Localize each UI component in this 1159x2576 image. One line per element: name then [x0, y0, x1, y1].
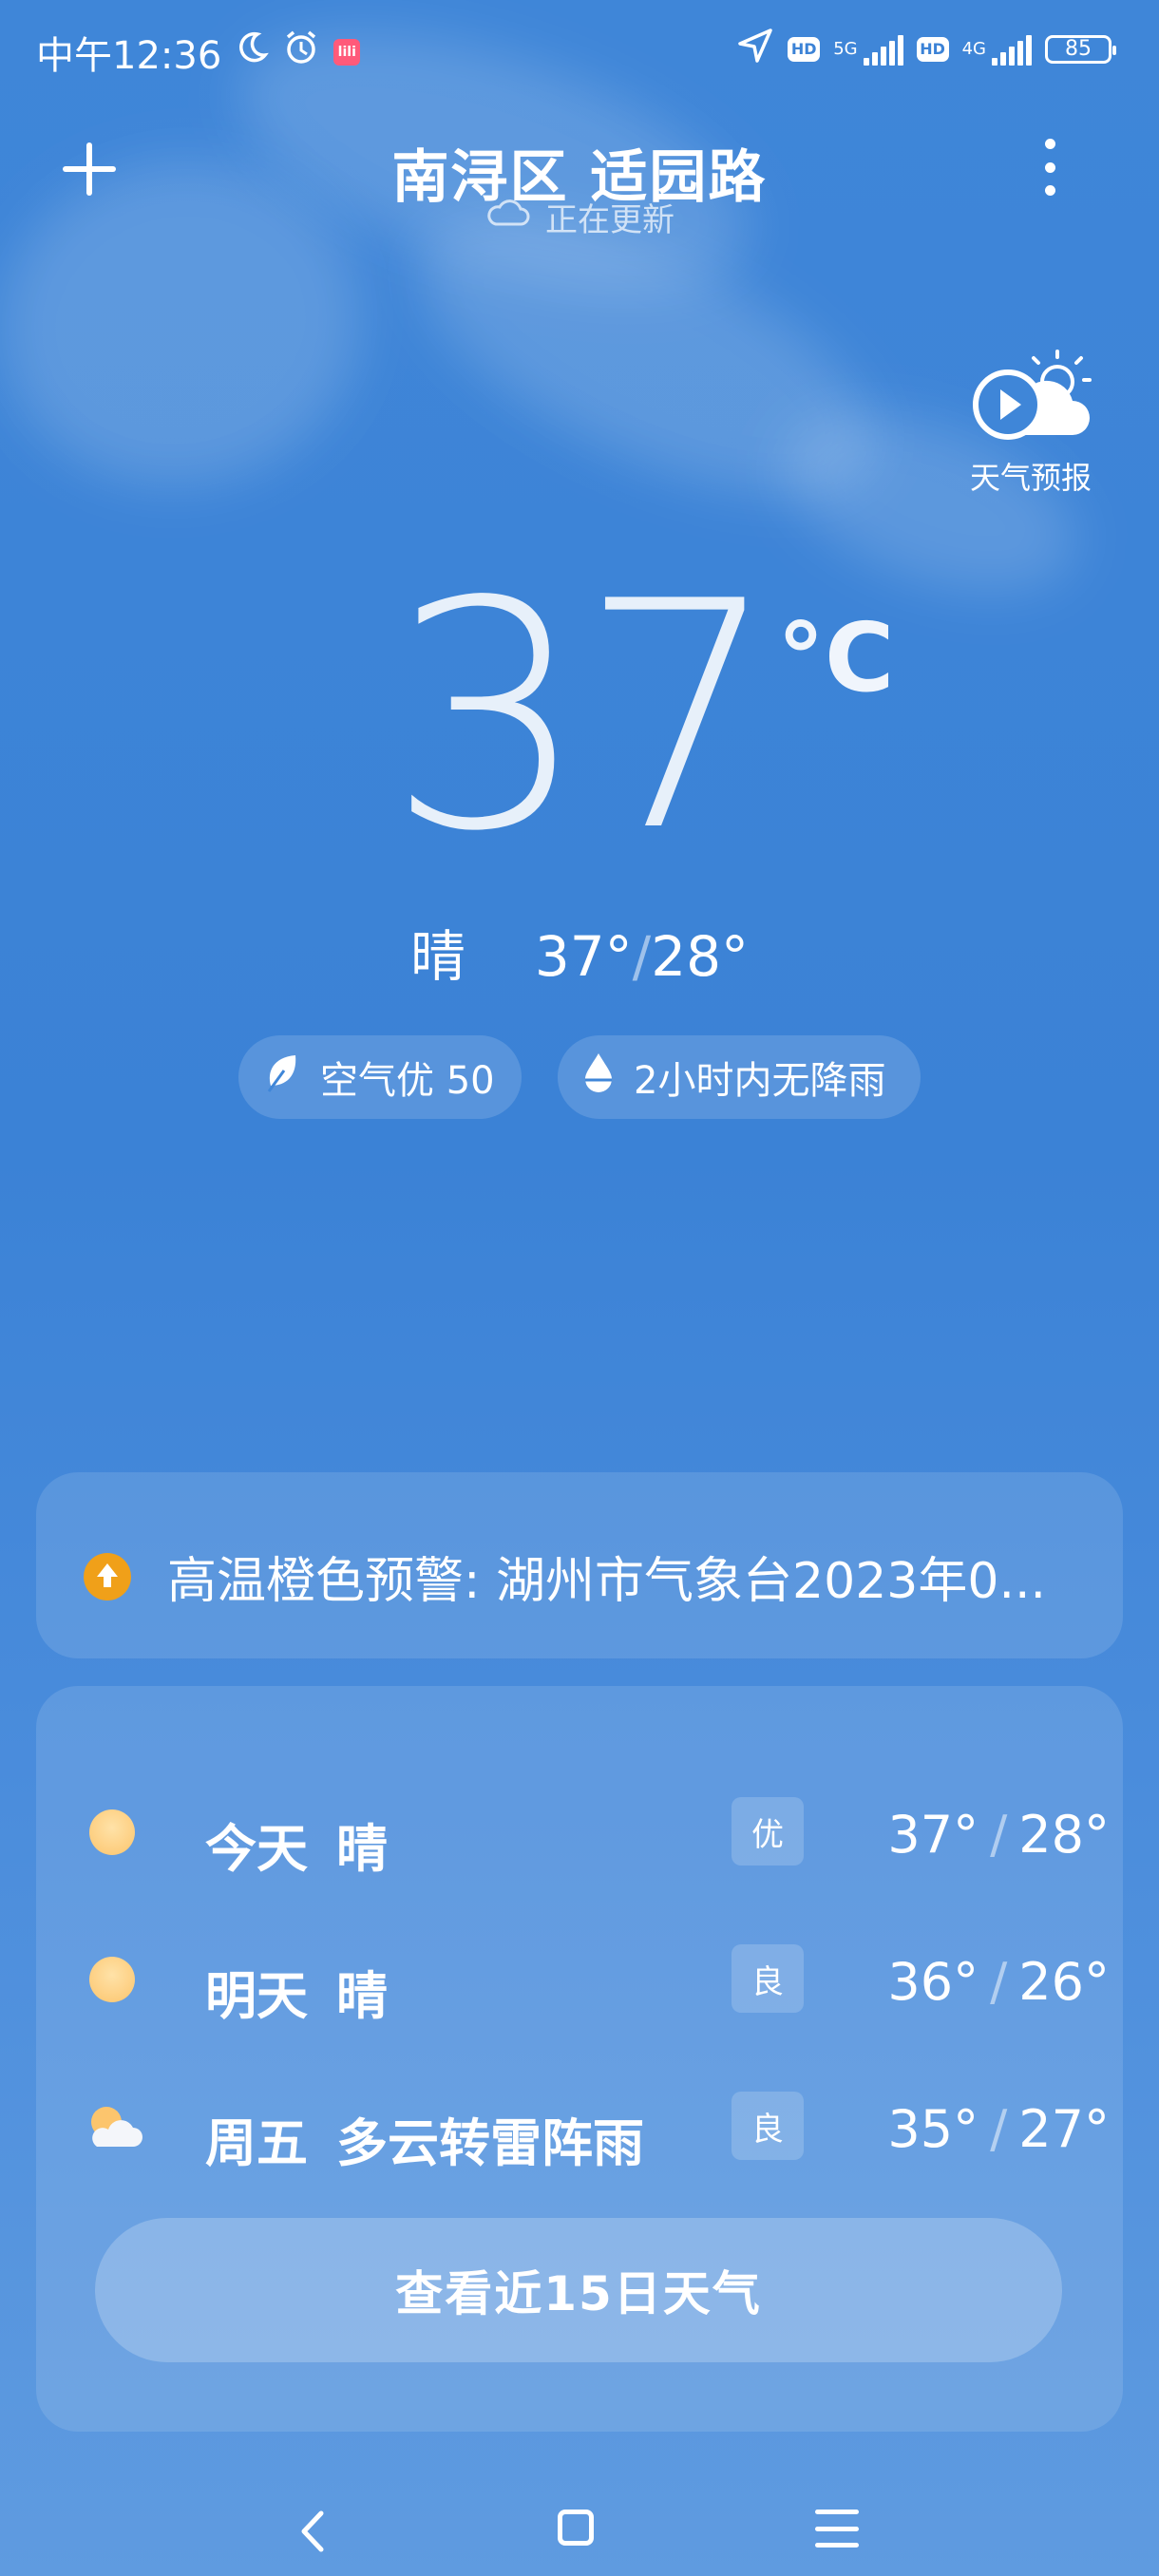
sun-icon: [84, 1956, 141, 2003]
alarm-icon: [282, 28, 320, 76]
hd-badge-2: HD: [916, 36, 949, 62]
cloud-icon: [484, 198, 530, 237]
update-status: 正在更新: [0, 194, 1159, 240]
weather-forecast-button[interactable]: 天气预报: [960, 350, 1102, 498]
alert-text: 高温橙色预警: 湖州市气象台2023年0...: [167, 1553, 1047, 1610]
home-icon[interactable]: [558, 2510, 594, 2546]
sun-icon: [84, 1809, 141, 1856]
current-temperature: 37 °C: [0, 560, 1159, 874]
air-quality-pill[interactable]: 空气优 50: [238, 1035, 522, 1119]
weather-forecast-label: 天气预报: [969, 460, 1092, 496]
signal-icon: [863, 33, 903, 66]
air-quality-text: 空气优 50: [320, 1059, 495, 1103]
forecast-row-friday[interactable]: 周五 多云转雷阵雨 良 35°/27°: [84, 2090, 1110, 2173]
weather-alert-card[interactable]: 高温橙色预警: 湖州市气象台2023年0...: [36, 1472, 1123, 1658]
aqi-badge: 良: [732, 1944, 804, 2013]
location-arrow-icon: [736, 27, 774, 71]
forecast-day-label: 周五 多云转雷阵雨: [205, 2113, 644, 2173]
battery-level: 85: [1065, 37, 1092, 61]
forecast-day-label: 今天晴: [205, 1819, 388, 1879]
weather-video-icon: [964, 350, 1097, 448]
network-type-4g: 4G: [961, 38, 986, 59]
temperature-unit: °C: [777, 602, 895, 713]
hd-badge: HD: [788, 36, 821, 62]
update-status-text: 正在更新: [545, 201, 674, 239]
high-temp: 37°: [534, 924, 633, 989]
current-condition-row: 晴 37°/28°: [0, 912, 1159, 992]
more-vertical-icon[interactable]: [1037, 139, 1062, 196]
rain-text: 2小时内无降雨: [634, 1059, 886, 1103]
temp-slash: /: [632, 924, 652, 989]
recents-icon[interactable]: [815, 2510, 859, 2548]
forecast-row-today[interactable]: 今天晴 优 37°/28°: [84, 1795, 1110, 1879]
water-drop-icon: [582, 1051, 615, 1103]
system-nav-bar: [0, 2470, 1159, 2576]
forecast-day-label: 明天晴: [205, 1966, 388, 2026]
temperature-value: 37: [388, 535, 779, 900]
leaf-icon: [263, 1051, 301, 1103]
aqi-badge: 优: [732, 1797, 804, 1866]
forecast-temps: 36°/26°: [887, 1952, 1110, 2012]
low-temp: 28°: [651, 924, 750, 989]
battery-icon: 85: [1045, 34, 1116, 64]
network-type-5g: 5G: [833, 38, 858, 59]
rain-pill[interactable]: 2小时内无降雨: [558, 1035, 921, 1119]
warning-arrow-icon: [84, 1552, 131, 1601]
condition-text: 晴: [409, 924, 466, 989]
forecast-temps: 35°/27°: [887, 2099, 1110, 2159]
aqi-badge: 良: [732, 2092, 804, 2160]
view-15-day-button[interactable]: 查看近15日天气: [95, 2218, 1062, 2362]
back-icon[interactable]: [294, 2508, 332, 2555]
app-badge-icon: lili: [333, 39, 361, 66]
signal-icon-2: [992, 33, 1032, 66]
partly-cloudy-icon: [84, 2103, 142, 2150]
status-bar: 中午12:36 lili HD 5G HD 4G 85: [0, 0, 1159, 95]
status-time: 中午12:36: [36, 34, 222, 78]
forecast-row-tomorrow[interactable]: 明天晴 良 36°/26°: [84, 1942, 1110, 2026]
forecast-temps: 37°/28°: [887, 1805, 1110, 1865]
moon-icon: [235, 30, 270, 74]
